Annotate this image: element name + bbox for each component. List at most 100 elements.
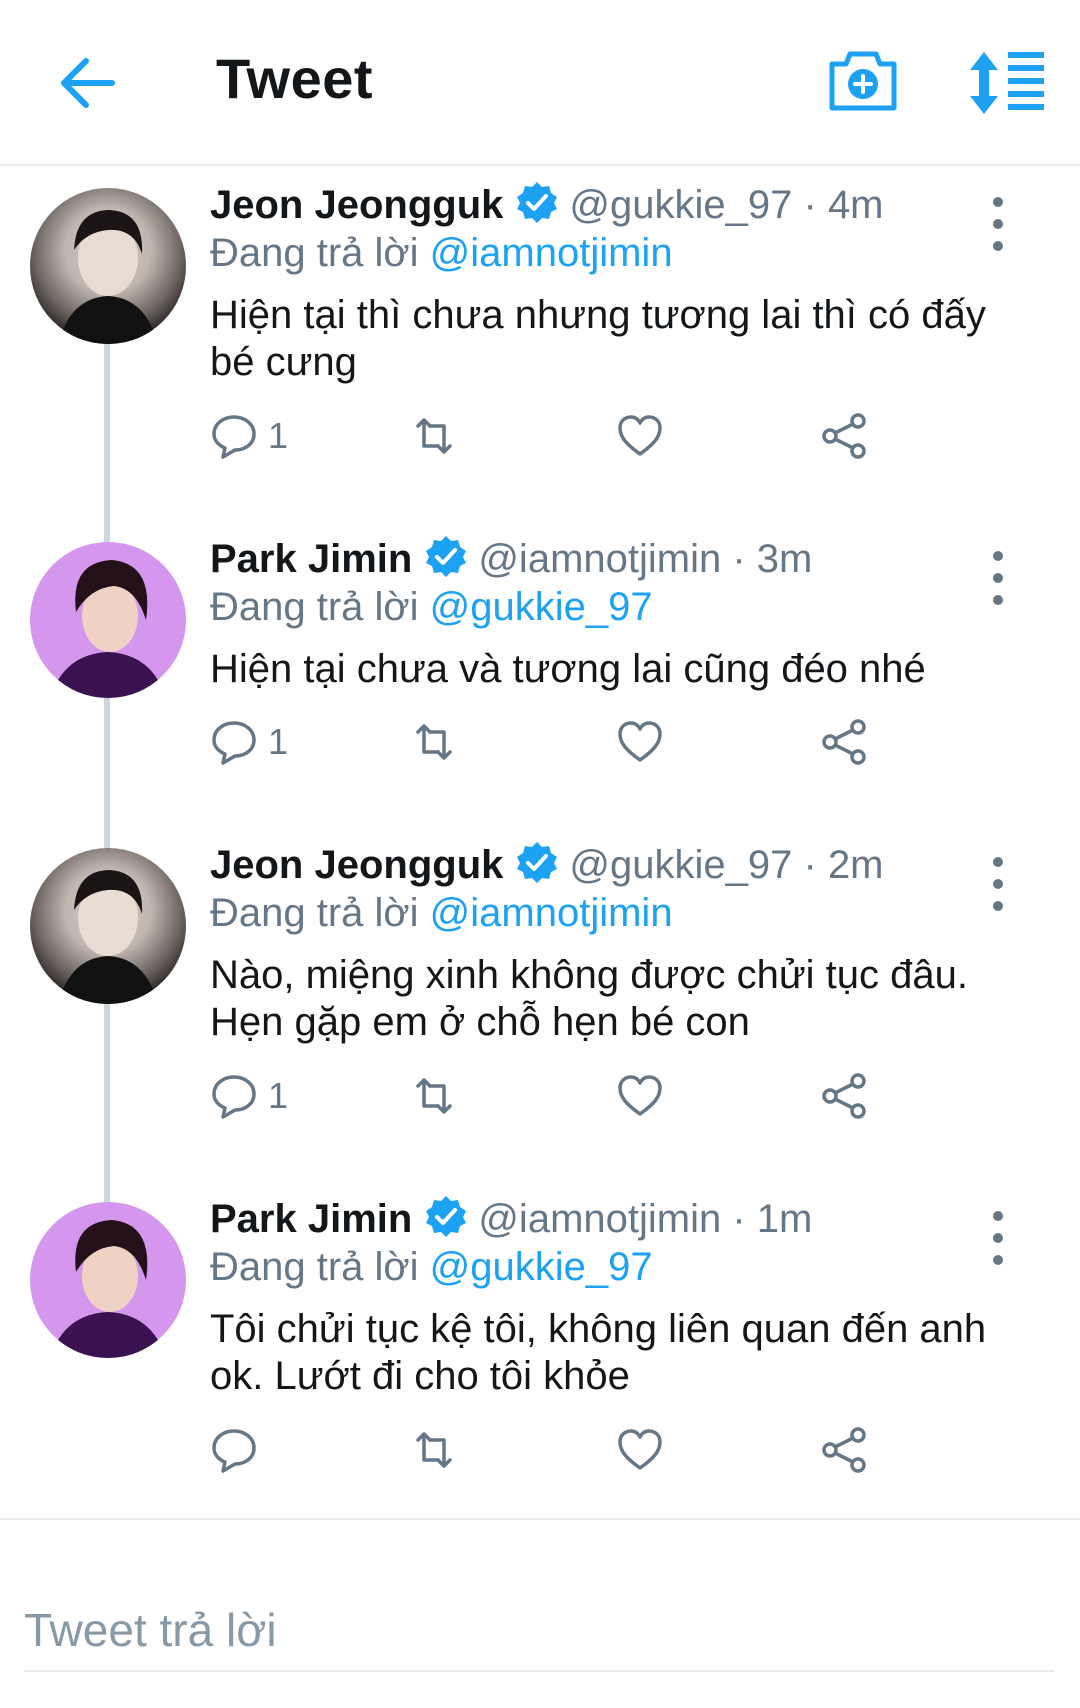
more-options-button[interactable]	[986, 194, 1010, 254]
author-handle[interactable]: @iamnotjimin	[478, 1197, 721, 1241]
replying-to-mention[interactable]: @gukkie_97	[430, 585, 653, 629]
share-icon	[822, 719, 866, 765]
back-arrow-icon	[61, 58, 115, 108]
tweet[interactable]: Park Jimin @iamnotjimin · 3m Đang trả lời…	[0, 534, 1080, 824]
heart-icon	[618, 721, 662, 762]
tweet-header: Jeon Jeongguk @gukkie_97 · 2m	[210, 840, 884, 890]
author-handle[interactable]: @gukkie_97	[569, 843, 792, 887]
like-button[interactable]	[616, 1068, 664, 1124]
tweet-timestamp: 3m	[756, 537, 813, 581]
camera-button[interactable]	[826, 44, 900, 114]
avatar[interactable]	[30, 542, 186, 698]
author-handle[interactable]: @iamnotjimin	[478, 537, 721, 581]
replying-to: Đang trả lời @gukkie_97	[210, 582, 653, 632]
tweet-actions: 1	[210, 1068, 890, 1124]
sort-toggle-button[interactable]	[966, 46, 1048, 120]
author-name[interactable]: Jeon Jeongguk	[210, 183, 503, 227]
reply-icon	[212, 415, 256, 459]
retweet-icon	[416, 1432, 452, 1468]
replying-to-mention[interactable]: @gukkie_97	[430, 1245, 653, 1289]
page-title: Tweet	[216, 47, 374, 110]
tweet-actions: 1	[210, 714, 890, 770]
back-button[interactable]	[52, 48, 122, 118]
top-app-bar: Tweet	[0, 0, 1080, 166]
retweet-icon	[416, 418, 452, 454]
retweet-button[interactable]	[410, 1068, 458, 1124]
like-button[interactable]	[616, 714, 664, 770]
more-vertical-icon	[993, 197, 1003, 251]
heart-icon	[618, 415, 662, 456]
avatar[interactable]	[30, 188, 186, 344]
share-button[interactable]	[820, 1422, 868, 1478]
share-button[interactable]	[820, 714, 868, 770]
more-options-button[interactable]	[986, 854, 1010, 914]
reply-button[interactable]: 1	[210, 408, 288, 464]
camera-plus-icon	[829, 51, 897, 111]
author-name[interactable]: Jeon Jeongguk	[210, 843, 503, 887]
share-button[interactable]	[820, 1068, 868, 1124]
author-name[interactable]: Park Jimin	[210, 537, 412, 581]
more-vertical-icon	[993, 551, 1003, 605]
tweet[interactable]: Jeon Jeongguk @gukkie_97 · 2m Đang trả lờ…	[0, 840, 1080, 1170]
sort-toggle-icon	[970, 52, 1044, 114]
avatar-portrait	[58, 210, 158, 344]
avatar-portrait	[50, 1220, 166, 1358]
tweet-header: Park Jimin @iamnotjimin · 3m	[210, 534, 812, 584]
reply-icon	[212, 1075, 256, 1119]
avatar[interactable]	[30, 848, 186, 1004]
tweet-text: Hiện tại chưa và tương lai cũng đéo nhé	[210, 647, 926, 691]
tweet[interactable]: Park Jimin @iamnotjimin · 1m Đang trả lời…	[0, 1194, 1080, 1514]
share-button[interactable]	[820, 408, 868, 464]
replying-to-label: Đang trả lời	[210, 585, 419, 629]
separator-dot: ·	[732, 1197, 746, 1241]
reply-button[interactable]: 1	[210, 714, 288, 770]
separator-dot: ·	[803, 843, 817, 887]
more-vertical-icon	[993, 1211, 1003, 1265]
tweet-text: Nào, miệng xinh không được chửi tục đâu.…	[210, 953, 968, 1044]
avatar[interactable]	[30, 1202, 186, 1358]
verified-badge-icon	[424, 1194, 468, 1238]
share-icon	[822, 1073, 866, 1119]
reply-input[interactable]	[24, 1590, 1054, 1672]
tweet-timestamp: 1m	[756, 1197, 813, 1241]
reply-icon	[212, 721, 256, 765]
retweet-button[interactable]	[410, 1422, 458, 1478]
verified-badge-icon	[515, 180, 559, 224]
retweet-icon	[416, 1078, 452, 1114]
verified-badge-icon	[515, 840, 559, 884]
tweet-actions	[210, 1422, 890, 1478]
replying-to-label: Đang trả lời	[210, 1245, 419, 1289]
author-handle[interactable]: @gukkie_97	[569, 183, 792, 227]
like-button[interactable]	[616, 408, 664, 464]
verified-badge-icon	[424, 534, 468, 578]
replying-to-mention[interactable]: @iamnotjimin	[430, 231, 673, 275]
avatar-portrait	[58, 870, 158, 1004]
retweet-button[interactable]	[410, 714, 458, 770]
tweet-actions: 1	[210, 408, 890, 464]
retweet-icon	[416, 724, 452, 760]
reply-button[interactable]: 1	[210, 1068, 288, 1124]
separator-dot: ·	[732, 537, 746, 581]
retweet-button[interactable]	[410, 408, 458, 464]
heart-icon	[618, 1075, 662, 1116]
share-icon	[822, 413, 866, 459]
tweet-timestamp: 2m	[827, 843, 884, 887]
reply-compose-bar	[0, 1518, 1080, 1708]
heart-icon	[618, 1429, 662, 1470]
avatar-portrait	[50, 560, 166, 698]
reply-icon	[212, 1429, 256, 1473]
author-name[interactable]: Park Jimin	[210, 1197, 412, 1241]
replying-to-mention[interactable]: @iamnotjimin	[430, 891, 673, 935]
like-button[interactable]	[616, 1422, 664, 1478]
reply-count: 1	[268, 1075, 289, 1116]
replying-to: Đang trả lời @iamnotjimin	[210, 888, 673, 938]
more-options-button[interactable]	[986, 1208, 1010, 1268]
reply-button[interactable]	[210, 1422, 268, 1478]
replying-to: Đang trả lời @gukkie_97	[210, 1242, 653, 1292]
tweet-text: Hiện tại thì chưa nhưng tương lai thì có…	[210, 293, 986, 384]
more-vertical-icon	[993, 857, 1003, 911]
more-options-button[interactable]	[986, 548, 1010, 608]
tweet[interactable]: Jeon Jeongguk @gukkie_97 · 4m Đang trả lờ…	[0, 180, 1080, 510]
separator-dot: ·	[803, 183, 817, 227]
tweet-header: Jeon Jeongguk @gukkie_97 · 4m	[210, 180, 884, 230]
